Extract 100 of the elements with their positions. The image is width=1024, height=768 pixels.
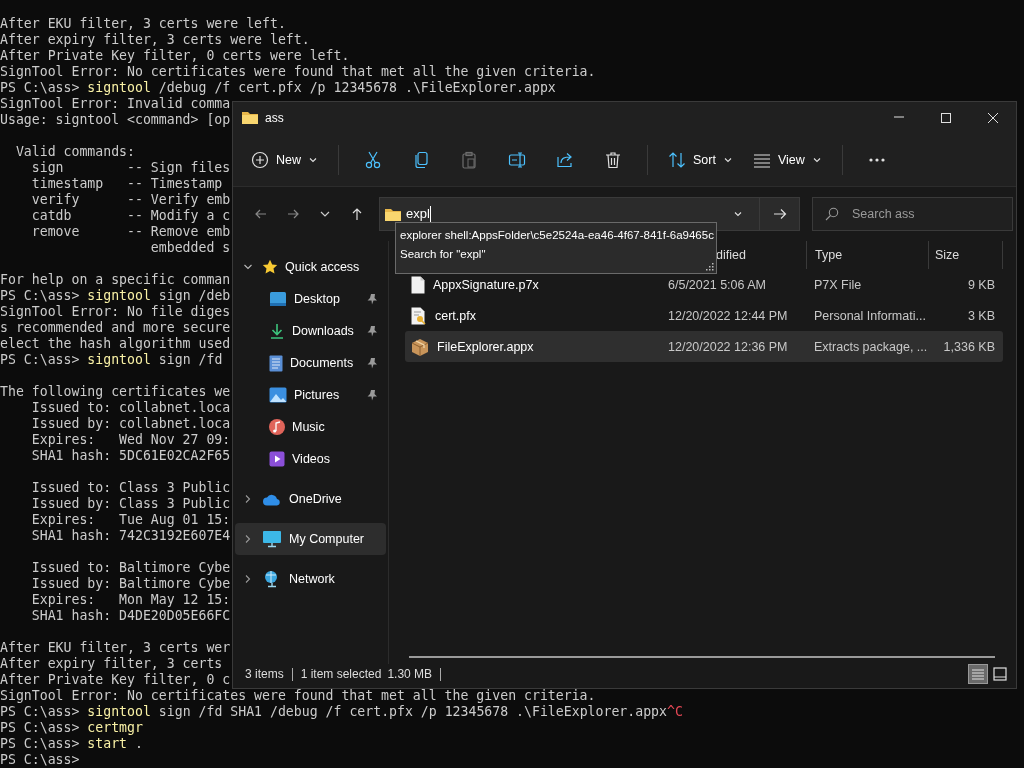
file-icon xyxy=(411,275,425,294)
terminal-line: PS C:\ass> signtool /debug /f cert.pfx /p 12345678 .\FileExplorer.appx xyxy=(0,80,556,96)
terminal-line: After Private Key filter, 0 certs were left. xyxy=(0,48,350,64)
music-icon xyxy=(269,419,285,435)
clipboard-icon xyxy=(460,150,478,169)
sidebar-item[interactable]: Network xyxy=(235,563,386,595)
maximize-icon xyxy=(939,111,952,124)
terminal-line: After Private Key filter, 0 c xyxy=(0,672,231,688)
terminal-line: PS C:\ass> signtool sign /fd xyxy=(0,352,223,368)
copy-icon xyxy=(412,150,430,169)
file-name: cert.pfx xyxy=(435,308,476,323)
sidebar-item[interactable]: Videos xyxy=(235,443,386,475)
resize-grip-icon xyxy=(705,263,714,271)
file-date: 12/20/2022 12:36 PM xyxy=(668,339,788,354)
file-name: AppxSignature.p7x xyxy=(433,277,539,292)
cloud-icon xyxy=(262,492,282,506)
column-header[interactable]: Size xyxy=(928,241,1003,269)
terminal-line: SignTool Error: No certificates were found that met all the given criteria. xyxy=(0,688,596,704)
sidebar-item[interactable]: Documents xyxy=(235,347,386,379)
desktop-icon xyxy=(269,291,287,307)
file-row[interactable]: FileExplorer.appx 12/20/2022 12:36 PM Extracts package, ... 1,336 KB xyxy=(405,331,1003,362)
file-type: P7X File xyxy=(814,277,862,292)
file-type: Extracts package, ... xyxy=(814,339,928,354)
terminal-line: SignTool Error: Invalid comma xyxy=(0,96,231,112)
tiles-view-button[interactable] xyxy=(990,664,1010,684)
terminal-line: Issued by: collabnet.loca xyxy=(30,416,231,432)
video-icon xyxy=(269,451,285,467)
monitor-icon xyxy=(262,530,282,548)
terminal-line: embedded s xyxy=(149,240,231,256)
sidebar-item[interactable]: Music xyxy=(235,411,386,443)
rename-icon xyxy=(508,150,526,169)
plus-circle-icon xyxy=(251,150,269,169)
terminal-line: After EKU filter, 3 certs wer xyxy=(0,640,231,656)
document-icon xyxy=(269,354,283,372)
scrollbar[interactable] xyxy=(409,656,995,658)
sort-icon xyxy=(668,150,686,169)
details-view-icon xyxy=(971,668,985,680)
window-title: ass xyxy=(265,110,284,125)
new-button[interactable]: New xyxy=(245,142,324,177)
terminal-line: Issued to: Class 3 Public xyxy=(30,480,231,496)
terminal-line: sign -- Sign files xyxy=(30,160,231,176)
sidebar-item[interactable]: Desktop xyxy=(235,283,386,315)
trash-icon xyxy=(604,150,622,169)
terminal-line: elect the hash algorithm used xyxy=(0,336,231,352)
close-icon xyxy=(986,111,999,124)
terminal-line: Expires: Wed Nov 27 09: xyxy=(30,432,231,448)
chevron-down-icon xyxy=(733,209,743,219)
search-icon xyxy=(825,207,839,221)
terminal-line: timestamp -- Timestamp xyxy=(30,176,223,192)
suggestion-item[interactable]: Search for "expl" xyxy=(400,245,488,264)
terminal-line: SHA1 hash: 5DC61E02CA2F65 xyxy=(30,448,231,464)
folder-icon xyxy=(384,206,402,222)
forward-arrow-icon xyxy=(771,206,788,222)
terminal-line: The following certificates we xyxy=(0,384,231,400)
file-date: 6/5/2021 5:06 AM xyxy=(668,277,766,292)
download-icon xyxy=(269,323,285,339)
cut-icon xyxy=(364,150,382,169)
star-icon xyxy=(262,259,278,275)
file-size: 3 KB xyxy=(967,308,995,323)
terminal-line: Issued to: Baltimore Cybe xyxy=(30,560,231,576)
sidebar-item[interactable]: Pictures xyxy=(235,379,386,411)
terminal-line: SHA1 hash: 742C3192E607E4 xyxy=(30,528,231,544)
file-date: 12/20/2022 12:44 PM xyxy=(668,308,788,323)
selection-size: 1.30 MB xyxy=(387,667,433,681)
terminal-line: Issued to: collabnet.loca xyxy=(30,400,231,416)
file-size: 9 KB xyxy=(967,277,995,292)
terminal-line: remove -- Remove emb xyxy=(30,224,231,240)
terminal-line: Issued by: Class 3 Public xyxy=(30,496,231,512)
certificate-file-icon xyxy=(411,306,427,325)
image-icon xyxy=(269,387,287,403)
terminal-line: verify -- Verify emb xyxy=(30,192,231,208)
terminal-line: PS C:\ass> start . xyxy=(0,736,143,752)
terminal-line: Expires: Tue Aug 01 15: xyxy=(30,512,231,528)
terminal-line: PS C:\ass> certmgr xyxy=(0,720,143,736)
sidebar-item[interactable]: Downloads xyxy=(235,315,386,347)
view-button[interactable]: View xyxy=(746,142,828,177)
search-field[interactable]: Search ass xyxy=(812,197,1013,231)
sidebar-item[interactable]: OneDrive xyxy=(235,483,386,515)
terminal-line: s recommended and more secure xyxy=(0,320,231,336)
selection-info: 1 item selected xyxy=(300,667,382,681)
sidebar-item[interactable]: Quick access xyxy=(235,251,386,283)
terminal-line: SignTool Error: No file diges xyxy=(0,304,231,320)
share-icon xyxy=(556,150,574,169)
package-icon xyxy=(411,337,429,356)
terminal-line: PS C:\ass> xyxy=(0,752,80,768)
file-name: FileExplorer.appx xyxy=(437,339,534,354)
terminal-line: Usage: signtool <command> [op xyxy=(0,112,231,128)
tiles-view-icon xyxy=(993,667,1007,681)
terminal-line: For help on a specific comman xyxy=(0,272,231,288)
terminal-line: catdb -- Modify a c xyxy=(30,208,231,224)
file-size: 1,336 KB xyxy=(943,339,995,354)
file-row[interactable]: cert.pfx 12/20/2022 12:44 PM Personal Informati... 3 KB xyxy=(405,300,1003,331)
column-header[interactable]: Type xyxy=(806,241,928,269)
file-type: Personal Informati... xyxy=(814,308,926,323)
sidebar-item[interactable]: My Computer xyxy=(235,523,386,555)
terminal-line: Expires: Mon May 12 15: xyxy=(30,592,231,608)
sort-button[interactable]: Sort xyxy=(662,142,739,177)
terminal-line: PS C:\ass> signtool sign /deb xyxy=(0,288,231,304)
item-count: 3 items xyxy=(245,667,284,681)
folder-icon xyxy=(241,110,259,125)
